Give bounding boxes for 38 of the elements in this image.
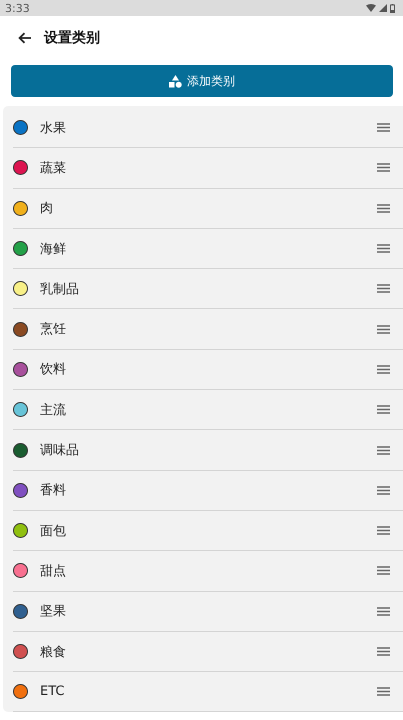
drag-handle-icon[interactable] xyxy=(377,204,390,213)
drag-handle-icon[interactable] xyxy=(377,606,390,616)
category-name: 调味品 xyxy=(40,442,80,460)
drag-handle-icon[interactable] xyxy=(377,526,390,536)
category-name: 蔬菜 xyxy=(40,160,67,177)
category-name: ETC xyxy=(40,684,66,700)
category-name: 甜点 xyxy=(40,562,67,580)
status-time: 3:33 xyxy=(5,2,30,14)
drag-handle-icon[interactable] xyxy=(377,324,390,334)
drag-handle-icon[interactable] xyxy=(377,647,390,656)
category-name: 饮料 xyxy=(40,361,67,378)
category-name: 乳制品 xyxy=(40,280,80,298)
wifi-icon xyxy=(366,4,376,12)
category-name: 肉 xyxy=(40,200,54,218)
page-title: 设置类别 xyxy=(44,29,100,47)
category-name: 面包 xyxy=(40,522,67,540)
drag-handle-icon[interactable] xyxy=(377,364,390,374)
category-name: 烹饪 xyxy=(40,321,67,338)
drag-handle-icon[interactable] xyxy=(377,405,390,414)
category-name: 主流 xyxy=(40,402,67,419)
category-name: 坚果 xyxy=(40,603,67,620)
drag-handle-icon[interactable] xyxy=(377,566,390,576)
back-arrow-icon[interactable] xyxy=(18,32,32,44)
signal-icon xyxy=(379,4,387,12)
drag-handle-icon[interactable] xyxy=(377,284,390,294)
add-category-button[interactable]: 添加类别 xyxy=(11,65,393,97)
drag-handle-icon[interactable] xyxy=(377,244,390,254)
category-name: 海鲜 xyxy=(40,240,67,258)
category-name: 香料 xyxy=(40,482,67,500)
category-name: 水果 xyxy=(40,120,67,137)
drag-handle-icon[interactable] xyxy=(377,486,390,495)
battery-icon xyxy=(390,4,395,12)
drag-handle-icon[interactable] xyxy=(377,163,390,172)
drag-handle-icon[interactable] xyxy=(377,687,390,696)
drag-handle-icon[interactable] xyxy=(377,446,390,455)
shapes-icon xyxy=(169,74,182,88)
category-name: 粮食 xyxy=(40,644,67,660)
drag-handle-icon[interactable] xyxy=(377,123,390,132)
